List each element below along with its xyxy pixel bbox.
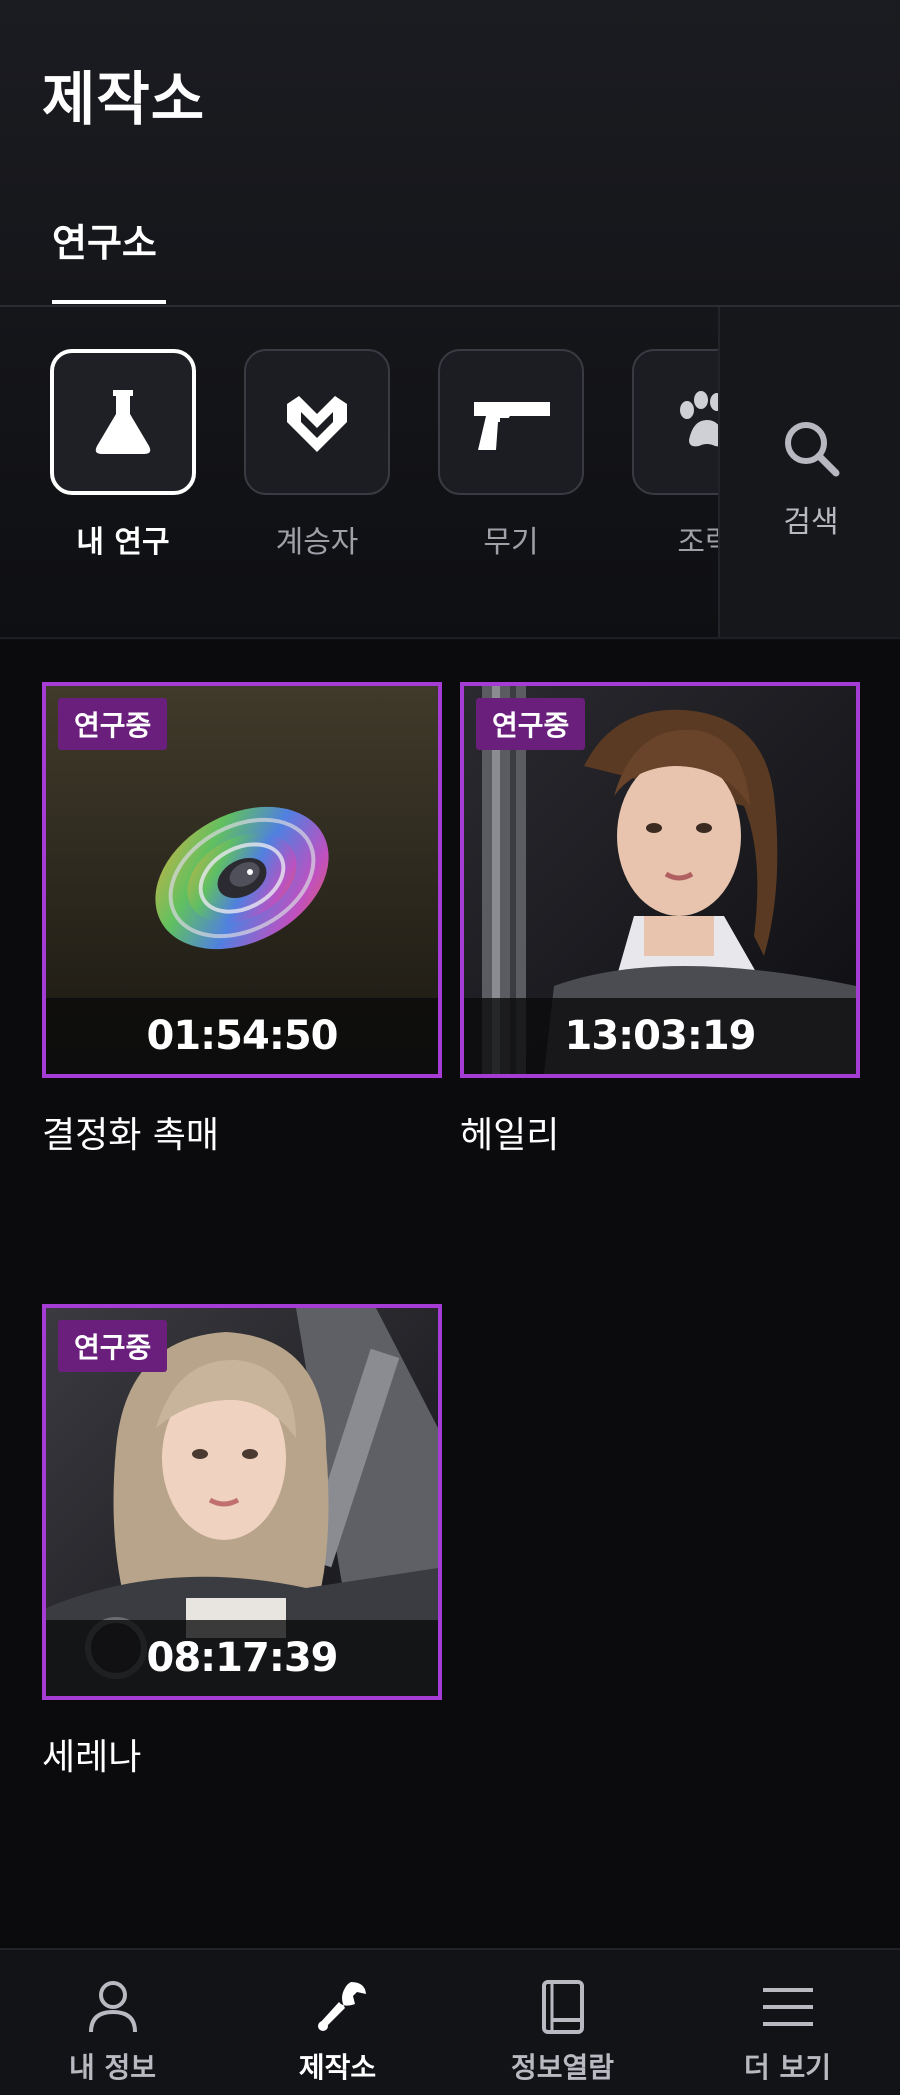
- status-badge: 연구중: [58, 1320, 168, 1372]
- search-label: 검색: [783, 505, 839, 540]
- section-divider: [0, 637, 900, 639]
- category-successor[interactable]: 계승자: [244, 349, 390, 561]
- category-icon-box: [244, 349, 390, 495]
- item-name: 세레나: [42, 1737, 142, 1778]
- category-icon-box: [438, 349, 584, 495]
- category-icon-box: [50, 349, 196, 495]
- category-weapon[interactable]: 무기: [438, 349, 584, 561]
- research-card[interactable]: 연구중 08:17:39 세레나: [42, 1304, 442, 1780]
- search-icon: [785, 422, 840, 477]
- nav-label: 정보열람: [510, 2051, 615, 2084]
- flask-icon: [95, 390, 151, 454]
- pistol-icon: [474, 402, 550, 450]
- category-strip[interactable]: 내 연구 계승자 무기 조력: [0, 307, 718, 637]
- nav-my-info[interactable]: 내 정보: [0, 1950, 225, 2095]
- timer: 01:54:50: [46, 998, 438, 1074]
- tab-lab[interactable]: 연구소: [52, 212, 157, 267]
- chevron-emblem-icon: [287, 396, 347, 452]
- category-label: 계승자: [275, 525, 359, 560]
- category-my-research[interactable]: 내 연구: [50, 349, 196, 561]
- research-card[interactable]: 연구중 01:54:50 결정화 촉매: [42, 682, 442, 1158]
- research-card[interactable]: 연구중 13:03:19 헤일리: [460, 682, 860, 1158]
- timer: 08:17:39: [46, 1620, 438, 1696]
- nav-more[interactable]: 더 보기: [675, 1950, 900, 2095]
- card-frame: 연구중 13:03:19: [460, 682, 860, 1078]
- status-badge: 연구중: [58, 698, 168, 750]
- wrench-icon: [318, 1982, 366, 2031]
- category-icon-box: [632, 349, 718, 495]
- category-assist[interactable]: 조력: [632, 349, 718, 561]
- search-button[interactable]: 검색: [718, 307, 900, 637]
- book-icon: [542, 1980, 584, 2034]
- category-label: 내 연구: [76, 525, 170, 560]
- item-name: 결정화 촉매: [42, 1115, 220, 1156]
- category-label: 조력: [677, 525, 718, 560]
- nav-label: 제작소: [298, 2051, 377, 2084]
- nav-info-browse[interactable]: 정보열람: [450, 1950, 675, 2095]
- card-frame: 연구중 08:17:39: [42, 1304, 442, 1700]
- paw-icon: [680, 391, 718, 447]
- category-label: 무기: [483, 525, 539, 560]
- page-title: 제작소: [42, 65, 206, 133]
- nav-workshop[interactable]: 제작소: [225, 1950, 450, 2095]
- nav-label: 더 보기: [743, 2051, 832, 2084]
- bottom-nav: 내 정보 제작소 정보열람 더 보기: [0, 1948, 900, 2095]
- nav-label: 내 정보: [68, 2051, 157, 2084]
- person-icon: [89, 1981, 137, 2033]
- item-name: 헤일리: [460, 1115, 560, 1156]
- tab-active-indicator: [52, 300, 166, 304]
- timer: 13:03:19: [464, 998, 856, 1074]
- menu-icon: [763, 1988, 813, 2026]
- card-frame: 연구중 01:54:50: [42, 682, 442, 1078]
- status-badge: 연구중: [476, 698, 586, 750]
